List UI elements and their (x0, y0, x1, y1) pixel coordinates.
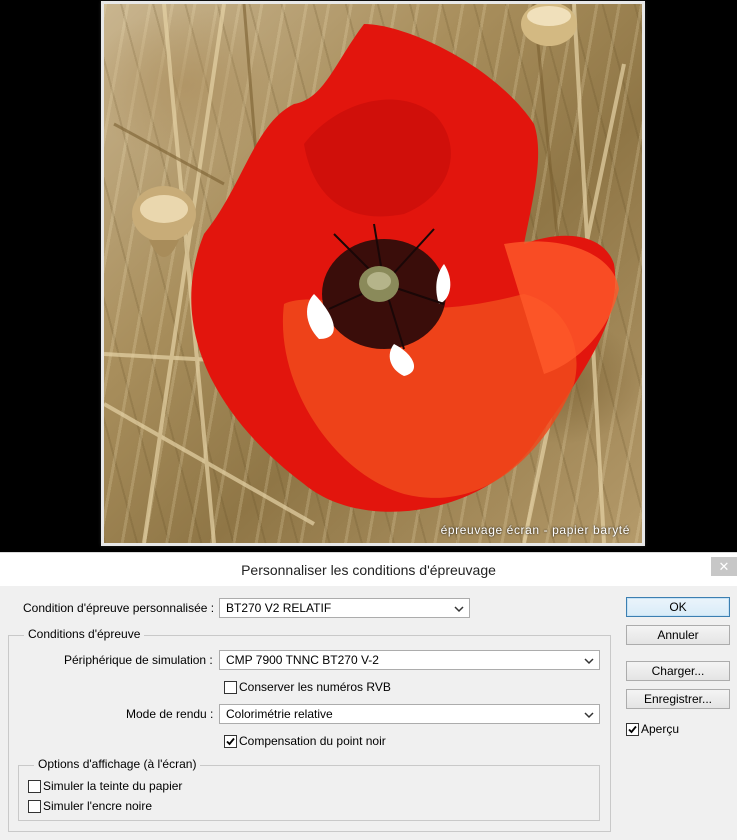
photo-caption: épreuvage écran - papier baryté (440, 523, 630, 537)
load-button[interactable]: Charger... (626, 661, 730, 681)
custom-condition-label: Condition d'épreuve personnalisée : (23, 601, 215, 615)
photo-area: épreuvage écran - papier baryté (0, 0, 737, 552)
rendering-select[interactable]: Colorimétrie relative (219, 704, 600, 724)
preserve-rgb-checkbox[interactable] (224, 681, 237, 694)
save-button[interactable]: Enregistrer... (626, 689, 730, 709)
display-options-title: Options d'affichage (à l'écran) (34, 757, 201, 771)
custom-condition-select[interactable]: BT270 V2 RELATIF (219, 598, 470, 618)
paper-color-checkbox[interactable] (28, 780, 41, 793)
seed-pod-top-right (521, 4, 577, 46)
preserve-rgb-label: Conserver les numéros RVB (239, 680, 391, 694)
chevron-down-icon (454, 606, 464, 613)
poppy-flower (191, 24, 619, 512)
poppy-illustration (104, 4, 626, 543)
chevron-down-icon (584, 712, 594, 719)
customize-proof-dialog: Personnaliser les conditions d'épreuvage… (0, 552, 737, 840)
checkmark-icon (226, 737, 235, 746)
ok-button[interactable]: OK (626, 597, 730, 617)
black-ink-checkbox[interactable] (28, 800, 41, 813)
black-point-label: Compensation du point noir (239, 734, 386, 748)
custom-condition-value: BT270 V2 RELATIF (226, 601, 332, 615)
device-select[interactable]: CMP 7900 TNNC BT270 V-2 (219, 650, 600, 670)
close-button[interactable]: ✕ (711, 557, 737, 576)
black-ink-label: Simuler l'encre noire (43, 799, 153, 813)
preview-label: Aperçu (641, 722, 680, 736)
black-point-checkbox[interactable] (224, 735, 237, 748)
cancel-button[interactable]: Annuler (626, 625, 730, 645)
device-label: Périphérique de simulation : (64, 653, 213, 667)
rendering-label: Mode de rendu : (126, 707, 214, 721)
poppy-photo: épreuvage écran - papier baryté (104, 4, 642, 543)
proof-conditions-title: Conditions d'épreuve (24, 627, 145, 641)
chevron-down-icon (584, 658, 594, 665)
preview-checkbox[interactable] (626, 723, 639, 736)
dialog-titlebar: Personnaliser les conditions d'épreuvage… (0, 553, 737, 586)
rendering-value: Colorimétrie relative (226, 707, 333, 721)
paper-color-label: Simuler la teinte du papier (43, 779, 183, 793)
checkmark-icon (628, 725, 637, 734)
photo-frame: épreuvage écran - papier baryté (101, 1, 645, 546)
close-icon: ✕ (718, 559, 730, 574)
device-value: CMP 7900 TNNC BT270 V-2 (226, 653, 379, 667)
dialog-title: Personnaliser les conditions d'épreuvage (241, 562, 496, 578)
